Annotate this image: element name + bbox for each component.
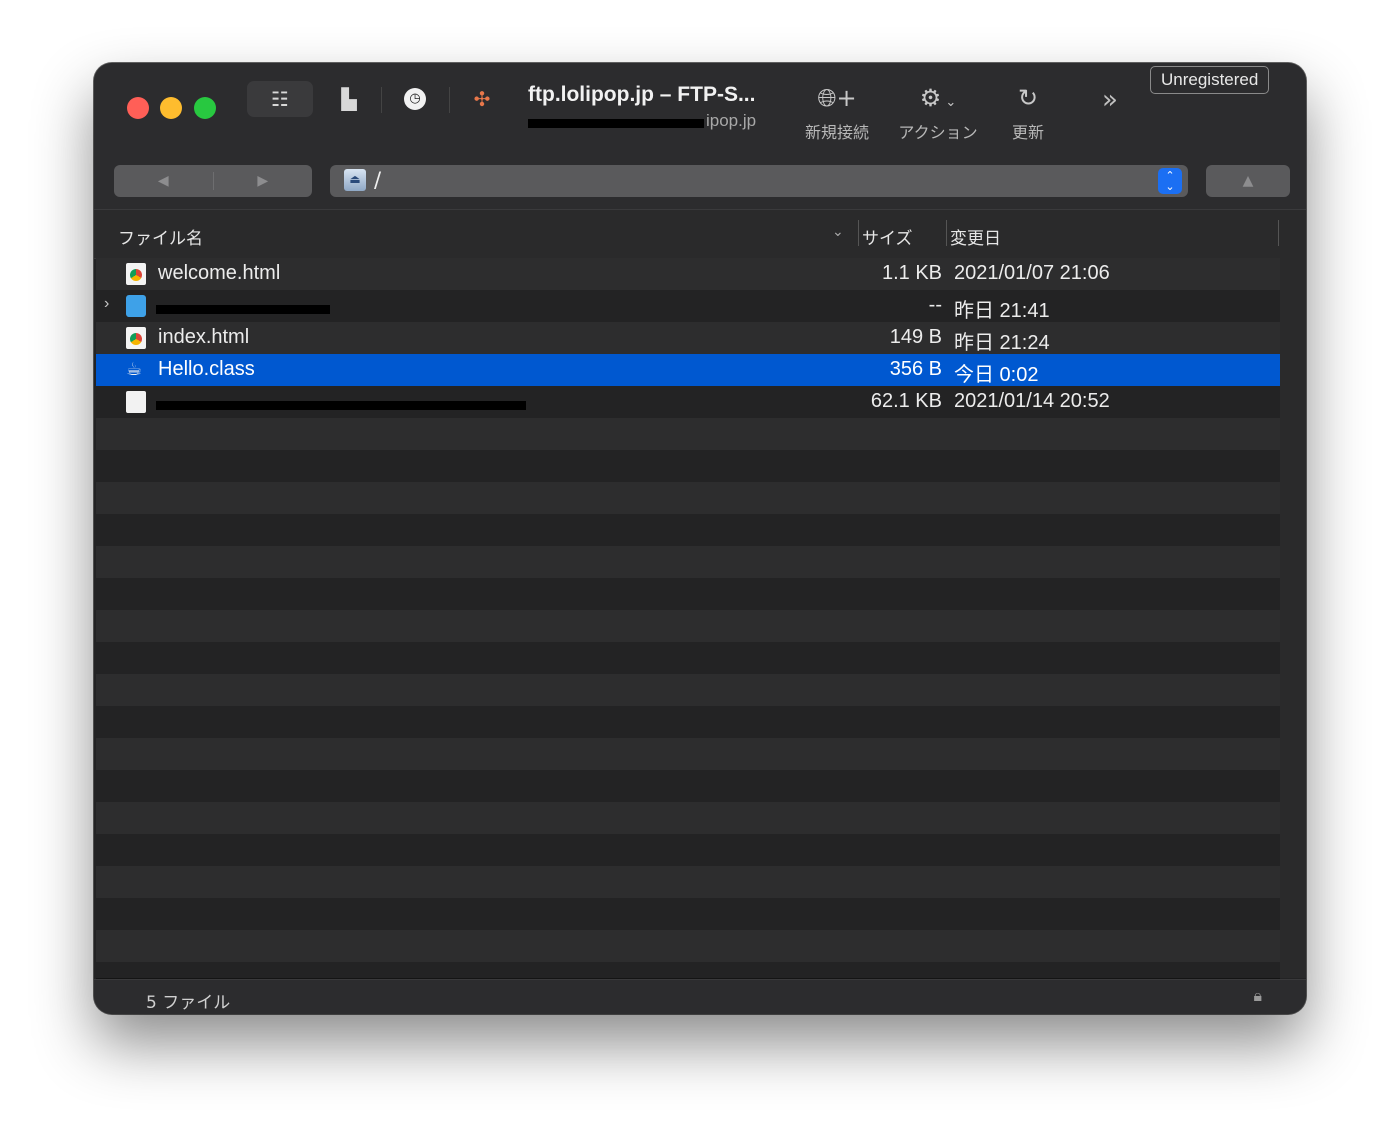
action-label: アクション <box>898 123 978 142</box>
path-selector[interactable]: ⏏ / ⌃ ⌄ <box>330 165 1188 197</box>
file-size: 149 B <box>889 326 942 348</box>
window-title: ftp.lolipop.jp – FTP-S... <box>528 83 756 106</box>
file-name: welcome.html <box>158 262 281 284</box>
bookmark-icon: ▙ <box>341 87 357 111</box>
path-popup-stepper-icon[interactable]: ⌃ ⌄ <box>1158 168 1182 194</box>
vertical-scrollbar[interactable] <box>1280 258 1306 978</box>
zoom-window-button[interactable] <box>194 97 216 119</box>
column-divider <box>946 220 947 246</box>
empty-row <box>96 930 1280 963</box>
file-name: Hello.class <box>158 358 255 380</box>
column-divider <box>858 220 859 246</box>
file-row[interactable]: index.html 149 B 昨日 21:24 <box>96 322 1280 355</box>
redaction-bar <box>156 401 526 410</box>
empty-row <box>96 706 1280 739</box>
file-size: 356 B <box>889 358 942 380</box>
toolbar-overflow-button[interactable]: » <box>1102 85 1118 115</box>
file-size: -- <box>928 294 942 316</box>
ftp-client-window: ☷ ▙ ◷ ✣ ftp.lolipop.jp – FTP-S... ipop.j… <box>94 63 1306 1014</box>
new-connection-label: 新規接続 <box>804 123 869 142</box>
document-icon <box>126 391 146 413</box>
empty-row <box>96 738 1280 771</box>
column-header-name[interactable]: ファイル名 <box>118 224 203 249</box>
refresh-button[interactable]: ↻ 更新 <box>1002 81 1054 143</box>
close-window-button[interactable] <box>127 97 149 119</box>
gear-icon: ⚙︎ ⌄ <box>919 84 957 112</box>
globe-plus-icon: 🌐︎+ <box>817 84 857 112</box>
file-row[interactable]: welcome.html 1.1 KB 2021/01/07 21:06 <box>96 258 1280 291</box>
empty-row <box>96 866 1280 899</box>
empty-row <box>96 770 1280 803</box>
refresh-label: 更新 <box>1011 123 1044 142</box>
bookmarks-button[interactable]: ▙ <box>332 81 366 117</box>
file-row[interactable]: 62.1 KB 2021/01/14 20:52 <box>96 386 1280 419</box>
empty-row <box>96 642 1280 675</box>
html-file-icon <box>126 263 146 285</box>
refresh-icon: ↻ <box>1017 84 1039 112</box>
empty-row <box>96 450 1280 483</box>
java-class-icon: ☕︎ <box>126 359 143 379</box>
empty-row <box>96 674 1280 707</box>
triangle-right-icon: ▶ <box>257 173 269 189</box>
server-disk-icon: ⏏ <box>344 169 366 191</box>
triangle-left-icon: ◀ <box>157 173 169 189</box>
triangle-up-icon: ▲ <box>1242 173 1254 189</box>
empty-row <box>96 610 1280 643</box>
redaction-bar <box>156 305 330 314</box>
file-row[interactable]: › -- 昨日 21:41 <box>96 290 1280 323</box>
parent-directory-button[interactable]: ▲ <box>1206 165 1290 197</box>
column-header-size[interactable]: サイズ <box>862 224 913 249</box>
column-divider <box>1278 220 1279 246</box>
empty-row <box>96 802 1280 835</box>
outline-view-button[interactable]: ☷ <box>247 81 313 117</box>
file-count: 5 ファイル <box>146 993 231 1013</box>
unregistered-badge[interactable]: Unregistered <box>1150 66 1270 94</box>
empty-row <box>96 962 1280 979</box>
empty-row <box>96 514 1280 547</box>
file-list: welcome.html 1.1 KB 2021/01/07 21:06 › -… <box>96 258 1280 979</box>
file-modified: 2021/01/14 20:52 <box>954 390 1110 412</box>
back-button[interactable]: ◀ <box>114 165 213 197</box>
empty-row <box>96 482 1280 515</box>
empty-row <box>96 418 1280 451</box>
status-bar: 5 ファイル 🔒︎ <box>94 979 1306 1014</box>
file-modified: 2021/01/07 21:06 <box>954 262 1110 284</box>
transfers-button[interactable]: ✣ <box>462 81 502 117</box>
folder-icon <box>126 295 146 317</box>
history-button[interactable]: ◷ <box>396 81 434 117</box>
current-path: / <box>374 168 382 192</box>
new-connection-button[interactable]: 🌐︎+ 新規接続 <box>800 81 874 143</box>
empty-row <box>96 898 1280 931</box>
file-size: 62.1 KB <box>870 390 942 412</box>
column-header: ファイル名 ⌄ サイズ 変更日 <box>94 209 1306 259</box>
back-forward-control: ◀ ▶ <box>114 165 312 197</box>
column-header-modified[interactable]: 変更日 <box>950 224 1001 249</box>
empty-row <box>96 834 1280 867</box>
minimize-window-button[interactable] <box>160 97 182 119</box>
redaction-bar <box>528 119 704 128</box>
file-row-selected[interactable]: ☕︎ Hello.class 356 B 今日 0:02 <box>96 354 1280 387</box>
file-name: index.html <box>158 326 250 348</box>
file-modified: 昨日 21:41 <box>954 300 1050 322</box>
disclosure-chevron-right-icon[interactable]: › <box>104 295 109 313</box>
file-size: 1.1 KB <box>881 262 942 284</box>
file-modified: 今日 0:02 <box>954 364 1039 386</box>
action-menu-button[interactable]: ⚙︎ ⌄ アクション <box>894 81 982 143</box>
html-file-icon <box>126 327 146 349</box>
toolbar-divider <box>449 87 450 113</box>
outline-list-icon: ☷ <box>271 87 289 111</box>
toolbar-divider <box>381 87 382 113</box>
lock-icon: 🔒︎ <box>1253 986 1262 1005</box>
clock-icon: ◷ <box>404 88 426 110</box>
file-modified: 昨日 21:24 <box>954 332 1050 354</box>
sort-chevron-down-icon[interactable]: ⌄ <box>832 224 844 240</box>
toolbar: ☷ ▙ ◷ ✣ ftp.lolipop.jp – FTP-S... ipop.j… <box>94 63 1306 209</box>
empty-row <box>96 578 1280 611</box>
forward-button[interactable]: ▶ <box>214 165 313 197</box>
empty-row <box>96 546 1280 579</box>
transfers-icon: ✣ <box>473 87 491 111</box>
